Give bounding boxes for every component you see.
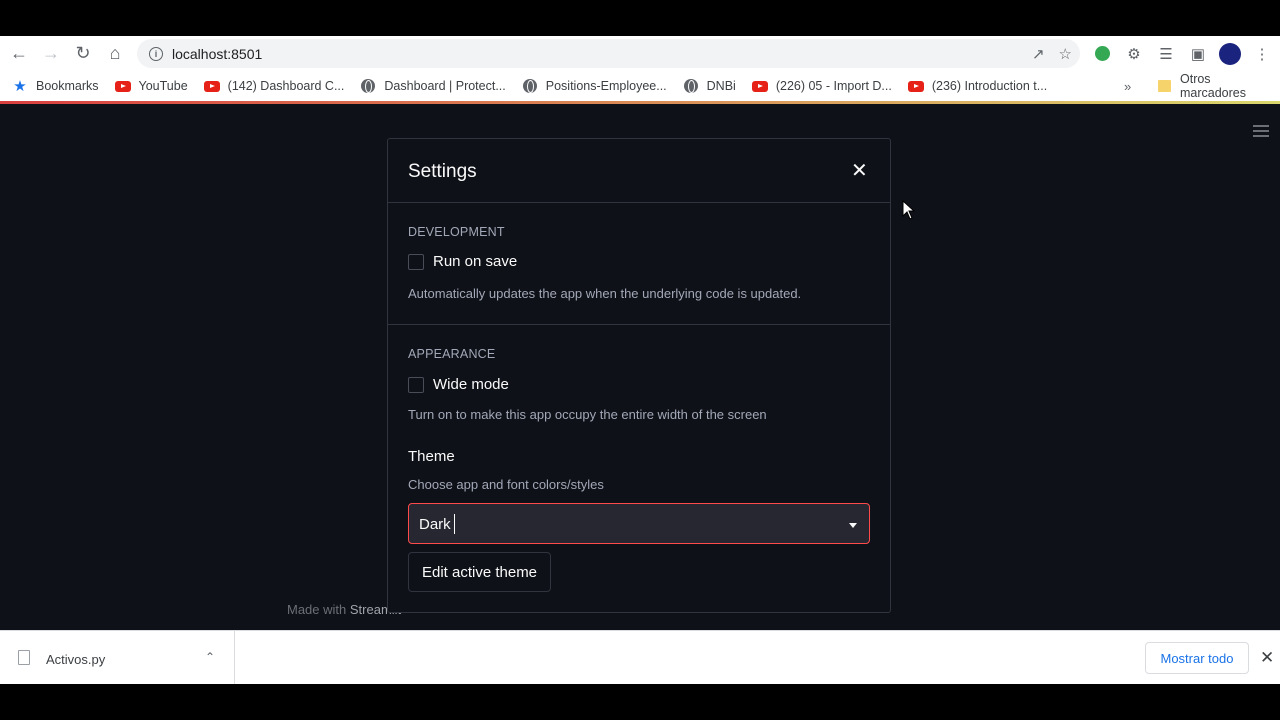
section-label-appearance: APPEARANCE: [408, 347, 496, 361]
theme-select-value[interactable]: Dark: [419, 516, 451, 533]
dialog-header: Settings ✕: [388, 139, 890, 203]
file-icon: [18, 650, 30, 665]
side-panel-icon[interactable]: ▣: [1186, 42, 1210, 66]
bookmark-item[interactable]: ★ Bookmarks: [12, 71, 98, 101]
wide-mode-description: Turn on to make this app occupy the enti…: [408, 407, 767, 422]
forward-icon[interactable]: →: [35, 38, 67, 70]
bookmark-item[interactable]: DNBi: [683, 71, 736, 101]
youtube-icon: [114, 78, 131, 94]
home-icon[interactable]: ⌂: [99, 38, 131, 70]
bookmarks-bar: ★ Bookmarks YouTube (142) Dashboard C... …: [0, 71, 1280, 101]
mouse-cursor-icon: [902, 200, 916, 220]
download-file-name[interactable]: Activos.py: [46, 652, 105, 667]
youtube-icon: [203, 78, 220, 94]
checkbox-box[interactable]: [408, 253, 424, 270]
bookmark-item[interactable]: Dashboard | Protect...: [360, 71, 506, 101]
section-label-development: DEVELOPMENT: [408, 225, 505, 239]
profile-avatar[interactable]: [1218, 42, 1242, 66]
theme-select[interactable]: Dark: [408, 503, 870, 544]
chevron-up-icon[interactable]: ⌃: [205, 650, 215, 664]
browser-toolbar: ← → ↻ ⌂ i localhost:8501 ↗ ☆ ⚙ ☰ ▣ ⋮: [0, 36, 1280, 71]
download-item[interactable]: Activos.py ⌃: [0, 631, 235, 685]
footer-made-with: Made with Streamlit: [287, 602, 402, 617]
bookmark-item[interactable]: YouTube: [114, 71, 188, 101]
wide-mode-checkbox[interactable]: Wide mode: [408, 376, 509, 393]
more-bookmarks-chevron-icon[interactable]: »: [1124, 71, 1131, 101]
text-caret: [454, 514, 455, 534]
bookmark-item[interactable]: (142) Dashboard C...: [203, 71, 344, 101]
address-bar[interactable]: i localhost:8501 ↗ ☆: [137, 39, 1080, 68]
star-icon: ★: [13, 78, 27, 95]
run-on-save-label[interactable]: Run on save: [433, 253, 517, 270]
edit-active-theme-button[interactable]: Edit active theme: [408, 552, 551, 592]
other-bookmarks-folder[interactable]: Otros marcadores: [1158, 71, 1280, 101]
run-on-save-description: Automatically updates the app when the u…: [408, 286, 802, 301]
dialog-title: Settings: [408, 161, 477, 182]
wide-mode-label[interactable]: Wide mode: [433, 376, 509, 393]
url-text[interactable]: localhost:8501: [172, 46, 262, 62]
main-menu-icon[interactable]: [1253, 125, 1269, 137]
bookmark-star-icon[interactable]: ☆: [1059, 45, 1072, 63]
close-icon[interactable]: ✕: [851, 161, 868, 181]
back-icon[interactable]: ←: [3, 38, 35, 70]
run-on-save-checkbox[interactable]: Run on save: [408, 253, 517, 270]
globe-icon: [522, 78, 538, 94]
bookmark-item[interactable]: (226) 05 - Import D...: [751, 71, 892, 101]
browser-menu-icon[interactable]: ⋮: [1250, 42, 1274, 66]
globe-icon: [360, 78, 376, 94]
checkbox-box[interactable]: [408, 376, 424, 393]
bookmark-item[interactable]: Positions-Employee...: [522, 71, 667, 101]
extensions-puzzle-icon[interactable]: ⚙: [1122, 42, 1146, 66]
close-icon[interactable]: ✕: [1260, 648, 1274, 668]
site-info-icon[interactable]: i: [149, 46, 163, 61]
letterbox-top: [0, 0, 1280, 36]
download-shelf: Activos.py ⌃ Mostrar todo ✕: [0, 630, 1280, 685]
theme-description: Choose app and font colors/styles: [408, 477, 604, 492]
theme-title: Theme: [408, 448, 455, 465]
folder-icon: [1158, 80, 1171, 92]
section-divider: [388, 324, 890, 325]
show-all-downloads-button[interactable]: Mostrar todo: [1145, 642, 1249, 674]
extension-green-icon[interactable]: [1090, 42, 1114, 66]
reload-icon[interactable]: ↻: [67, 38, 99, 70]
youtube-icon: [751, 78, 768, 94]
chevron-down-icon[interactable]: [849, 523, 857, 528]
media-queue-icon[interactable]: ☰: [1154, 42, 1178, 66]
letterbox-bottom: [0, 684, 1280, 720]
globe-icon: [683, 78, 699, 94]
share-icon[interactable]: ↗: [1032, 45, 1045, 63]
bookmark-item[interactable]: (236) Introduction t...: [907, 71, 1047, 101]
streamlit-app: Made with Streamlit Settings ✕ DEVELOPME…: [0, 104, 1280, 630]
settings-dialog: Settings ✕ DEVELOPMENT Run on save Autom…: [387, 138, 891, 613]
youtube-icon: [907, 78, 924, 94]
